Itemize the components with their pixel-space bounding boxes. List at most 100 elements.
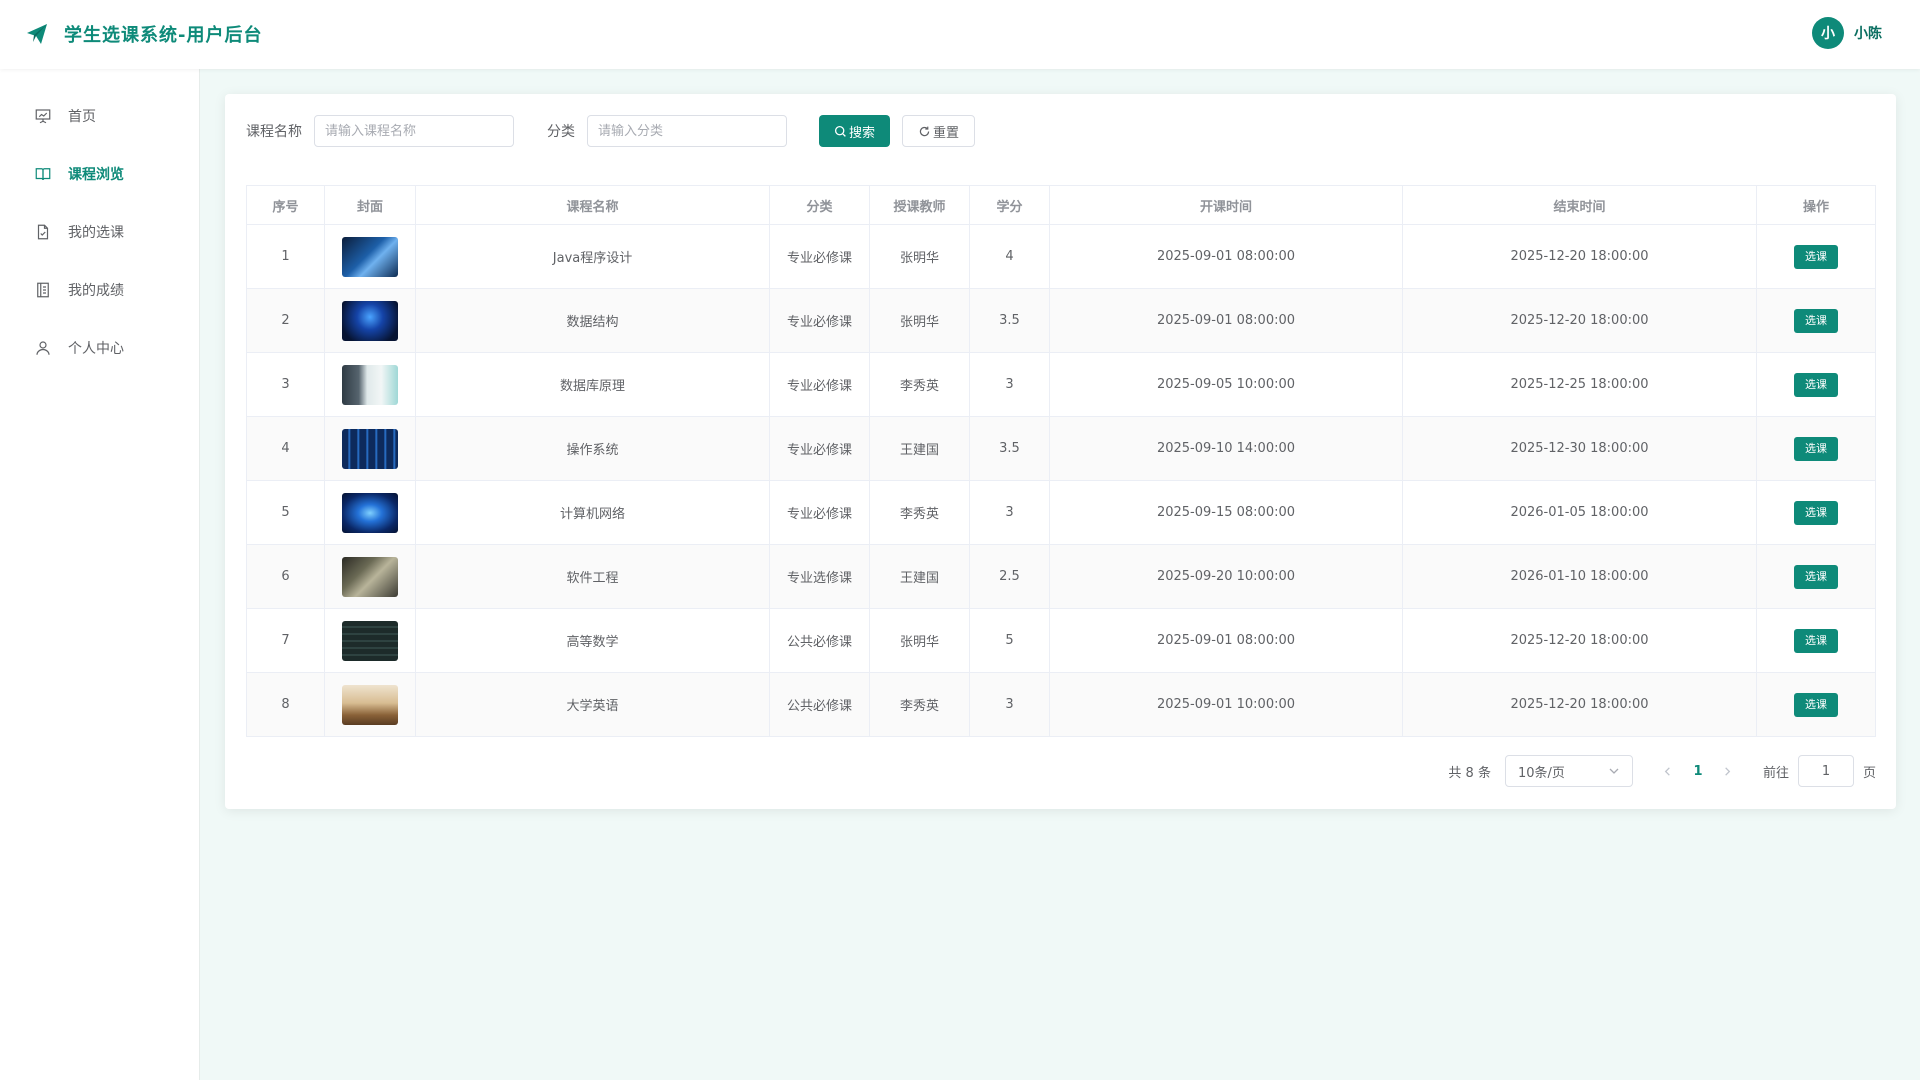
cover-cell	[324, 672, 416, 737]
column-header: 分类	[769, 185, 870, 225]
avatar[interactable]: 小	[1812, 17, 1844, 49]
course-category: 专业必修课	[769, 224, 870, 289]
table-row: 8 大学英语 公共必修课 李秀英 3 2025-09-01 10:00:00 2…	[246, 672, 1876, 737]
sidebar-item-course-browse[interactable]: 课程浏览	[0, 154, 199, 194]
course-cover-image	[342, 300, 398, 341]
search-bar: 课程名称 分类 搜索 重置	[246, 115, 1866, 147]
course-list-card: 课程名称 分类 搜索 重置 序号 封面 课程名称 分类 授课教师 学分 开课时间	[225, 94, 1896, 809]
page-number-current[interactable]: 1	[1683, 755, 1713, 787]
course-name: 软件工程	[415, 544, 770, 609]
table-row: 6 软件工程 专业选修课 王建国 2.5 2025-09-20 10:00:00…	[246, 544, 1876, 609]
action-cell: 选课	[1756, 608, 1876, 673]
select-course-button[interactable]: 选课	[1794, 692, 1838, 717]
course-end-time: 2026-01-05 18:00:00	[1402, 480, 1757, 545]
course-teacher: 张明华	[869, 288, 970, 353]
select-course-button[interactable]: 选课	[1794, 436, 1838, 461]
row-number: 1	[246, 224, 325, 289]
action-cell: 选课	[1756, 544, 1876, 609]
pagination: 共 8 条 10条/页 1 前往 页	[1448, 755, 1876, 787]
row-number: 5	[246, 480, 325, 545]
course-name: 数据结构	[415, 288, 770, 353]
sidebar-item-profile[interactable]: 个人中心	[0, 328, 199, 368]
select-course-button[interactable]: 选课	[1794, 500, 1838, 525]
username[interactable]: 小陈	[1854, 23, 1882, 43]
course-credit: 3.5	[969, 416, 1050, 481]
course-category: 专业选修课	[769, 544, 870, 609]
course-category: 公共必修课	[769, 672, 870, 737]
search-button[interactable]: 搜索	[819, 115, 891, 147]
select-course-button[interactable]: 选课	[1794, 628, 1838, 653]
course-cover-image	[342, 492, 398, 533]
course-credit: 3	[969, 672, 1050, 737]
course-start-time: 2025-09-10 14:00:00	[1049, 416, 1403, 481]
user-icon	[36, 341, 50, 355]
document-check-icon	[37, 224, 49, 240]
sidebar-item-my-courses[interactable]: 我的选课	[0, 212, 199, 252]
category-input[interactable]	[587, 115, 787, 147]
select-course-button[interactable]: 选课	[1794, 564, 1838, 589]
refresh-icon	[919, 126, 930, 136]
course-teacher: 王建国	[869, 544, 970, 609]
course-start-time: 2025-09-15 08:00:00	[1049, 480, 1403, 545]
cover-cell	[324, 224, 416, 289]
sidebar-item-home[interactable]: 首页	[0, 96, 199, 136]
course-start-time: 2025-09-20 10:00:00	[1049, 544, 1403, 609]
sidebar-item-label: 首页	[68, 109, 96, 125]
row-number: 3	[246, 352, 325, 417]
column-header: 序号	[246, 185, 325, 225]
course-teacher: 李秀英	[869, 352, 970, 417]
prev-page-button[interactable]	[1653, 755, 1683, 787]
total-count: 共 8 条	[1448, 765, 1491, 781]
goto-page-input[interactable]	[1797, 755, 1854, 787]
select-course-button[interactable]: 选课	[1794, 372, 1838, 397]
user-menu[interactable]: 小 小陈	[1812, 17, 1882, 49]
chevron-down-icon	[1609, 768, 1619, 774]
course-teacher: 张明华	[869, 224, 970, 289]
sidebar: 首页 课程浏览 我的选课 我的成绩 个人中心	[0, 69, 200, 1080]
table-header-row: 序号 封面 课程名称 分类 授课教师 学分 开课时间 结束时间 操作	[246, 185, 1876, 225]
reset-button[interactable]: 重置	[902, 115, 976, 147]
action-cell: 选课	[1756, 352, 1876, 417]
course-name: 数据库原理	[415, 352, 770, 417]
action-cell: 选课	[1756, 416, 1876, 481]
goto-label: 前往	[1762, 765, 1789, 781]
course-credit: 5	[969, 608, 1050, 673]
course-credit: 3	[969, 480, 1050, 545]
column-header: 授课教师	[869, 185, 970, 225]
chevron-left-icon	[1665, 766, 1671, 776]
top-header: 学生选课系统-用户后台 小 小陈	[0, 0, 1920, 69]
course-cover-image	[342, 236, 398, 277]
sidebar-item-label: 我的选课	[68, 225, 124, 241]
row-number: 4	[246, 416, 325, 481]
course-teacher: 王建国	[869, 416, 970, 481]
table-row: 4 操作系统 专业必修课 王建国 3.5 2025-09-10 14:00:00…	[246, 416, 1876, 481]
select-course-button[interactable]: 选课	[1794, 244, 1838, 269]
presentation-icon	[35, 109, 51, 124]
course-credit: 4	[969, 224, 1050, 289]
sidebar-item-my-grades[interactable]: 我的成绩	[0, 270, 199, 310]
course-end-time: 2025-12-20 18:00:00	[1402, 608, 1757, 673]
cover-cell	[324, 608, 416, 673]
course-end-time: 2026-01-10 18:00:00	[1402, 544, 1757, 609]
cover-cell	[324, 544, 416, 609]
row-number: 6	[246, 544, 325, 609]
select-course-button[interactable]: 选课	[1794, 308, 1838, 333]
course-start-time: 2025-09-01 10:00:00	[1049, 672, 1403, 737]
course-category: 专业必修课	[769, 288, 870, 353]
course-start-time: 2025-09-01 08:00:00	[1049, 224, 1403, 289]
course-credit: 3	[969, 352, 1050, 417]
course-start-time: 2025-09-01 08:00:00	[1049, 608, 1403, 673]
sidebar-item-label: 个人中心	[68, 341, 124, 357]
action-cell: 选课	[1756, 480, 1876, 545]
row-number: 7	[246, 608, 325, 673]
page-size-select[interactable]: 10条/页	[1504, 755, 1633, 787]
cover-cell	[324, 416, 416, 481]
course-category: 专业必修课	[769, 416, 870, 481]
next-page-button[interactable]	[1713, 755, 1743, 787]
course-name: 高等数学	[415, 608, 770, 673]
table-row: 1 Java程序设计 专业必修课 张明华 4 2025-09-01 08:00:…	[246, 224, 1876, 289]
course-teacher: 张明华	[869, 608, 970, 673]
course-name-input[interactable]	[314, 115, 514, 147]
course-teacher: 李秀英	[869, 672, 970, 737]
column-header: 封面	[324, 185, 416, 225]
